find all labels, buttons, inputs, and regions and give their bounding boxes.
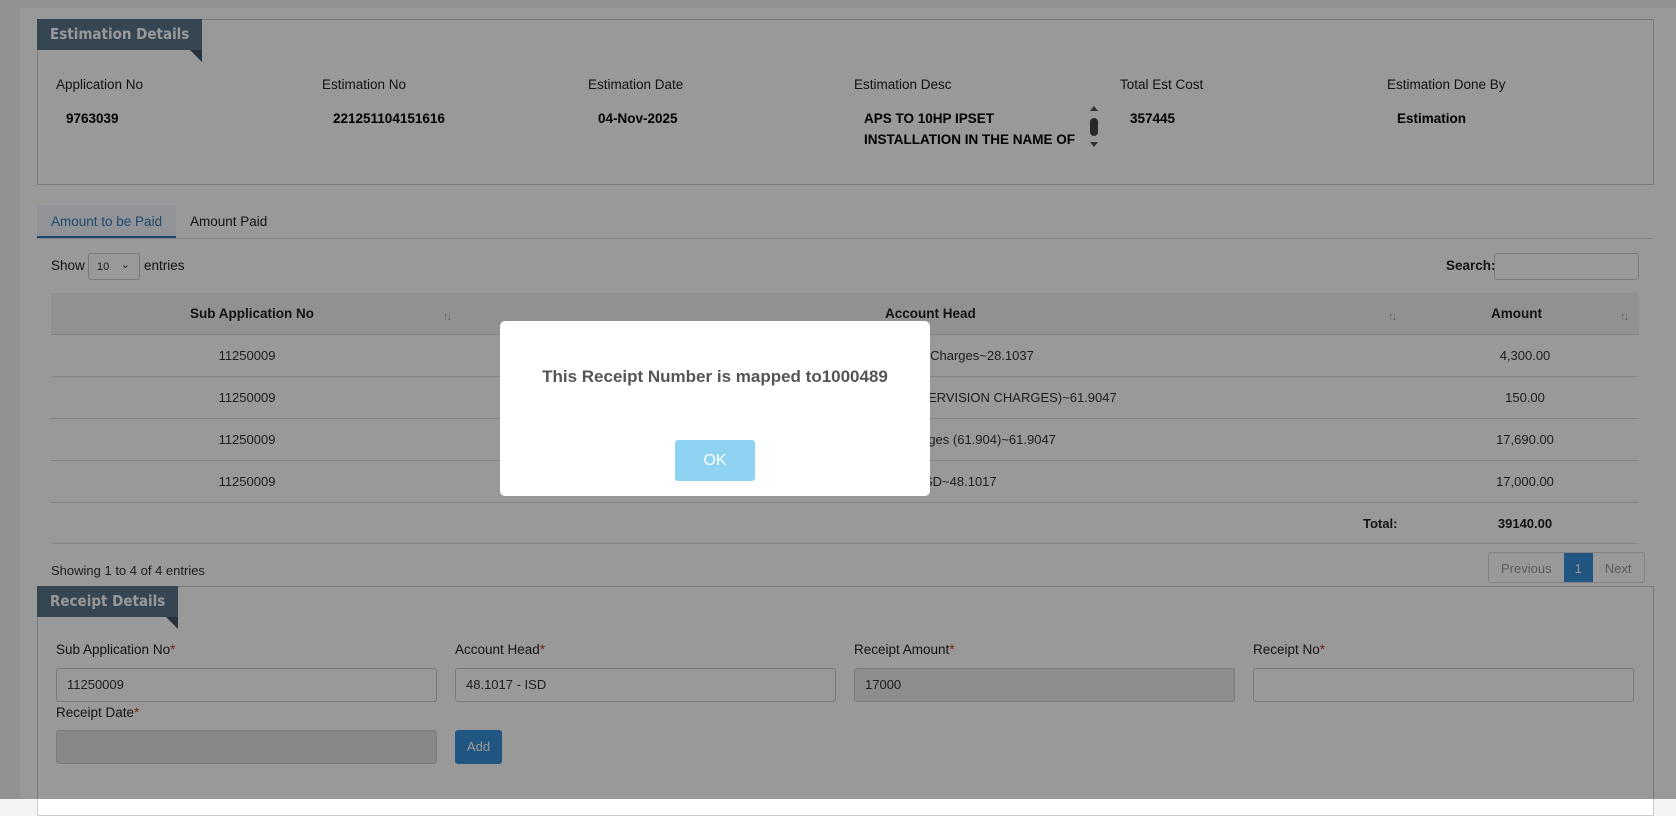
- alert-dialog: This Receipt Number is mapped to1000489 …: [500, 321, 930, 496]
- dialog-message: This Receipt Number is mapped to1000489: [542, 367, 888, 386]
- ok-button[interactable]: OK: [675, 440, 755, 481]
